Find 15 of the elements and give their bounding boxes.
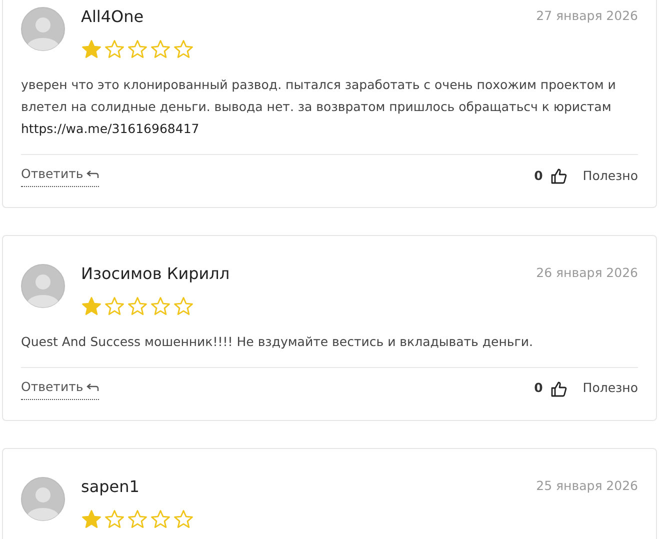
reply-link[interactable]: Ответить <box>21 165 100 187</box>
review-date: 26 января 2026 <box>536 264 638 282</box>
author-name: All4One <box>81 7 145 27</box>
author-name: sapen1 <box>81 476 140 496</box>
like-count: 0 <box>534 166 543 184</box>
helpful-label[interactable]: Полезно <box>582 379 638 398</box>
helpful-label[interactable]: Полезно <box>582 166 638 186</box>
author-name: Изосимов Кирилл <box>81 264 231 284</box>
review-date: 25 января 2026 <box>536 476 638 495</box>
reply-link[interactable]: Ответить <box>21 378 100 400</box>
review-text: уверен что это клонированный развод. пытался заработать с очень похожим проектом и влетел на солидные деньги. вывода нет. за возвратом пришлось обращатьсч к юристам https://wa.me/31616968417 <box>21 76 617 138</box>
review-date: 27 января 2026 <box>536 7 638 25</box>
like-count: 0 <box>534 379 543 398</box>
review-text: Quest And Success мошенник!!!! Не вздумайте вестись и вкладывать деньги. <box>21 332 534 351</box>
review-link[interactable]: https://wa.me/31616968417 <box>21 121 200 136</box>
